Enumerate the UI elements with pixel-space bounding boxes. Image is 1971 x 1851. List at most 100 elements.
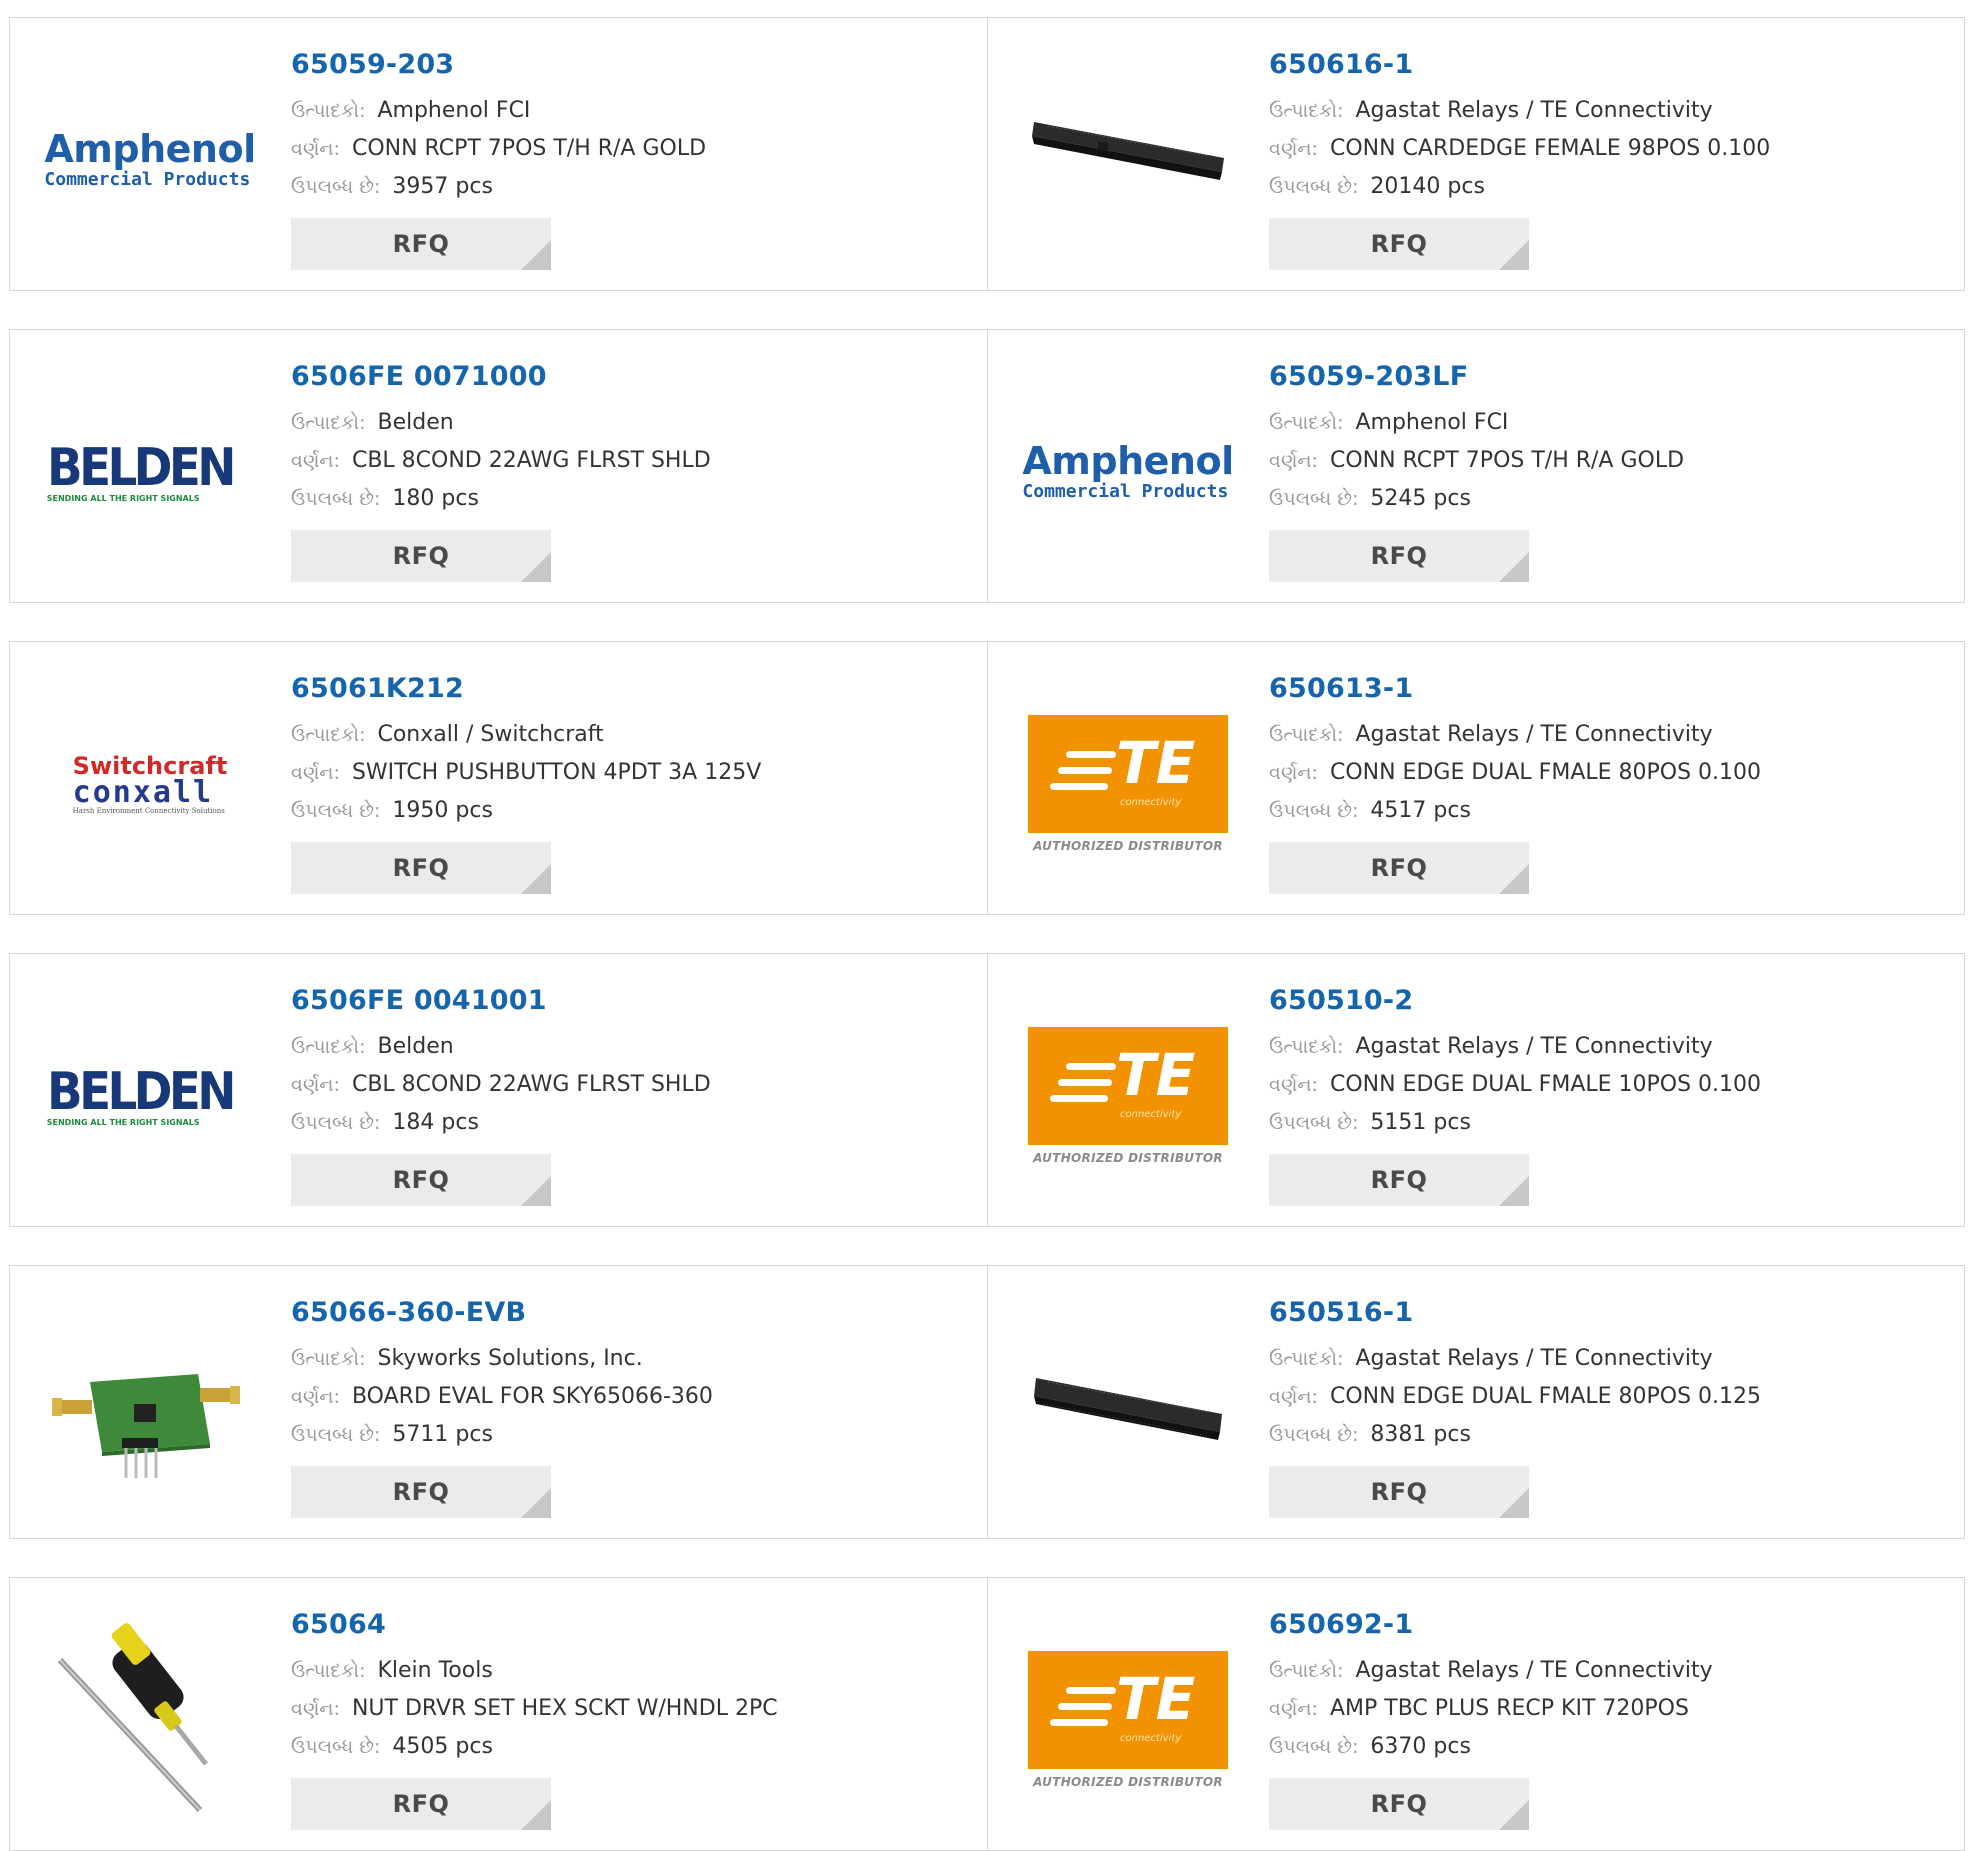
- rfq-button[interactable]: RFQ: [1269, 218, 1529, 270]
- rfq-corner-decoration: [521, 240, 551, 270]
- part-number-link[interactable]: 650613-1: [1269, 672, 1944, 706]
- product-photo-nut-driver[interactable]: [50, 1620, 250, 1820]
- rfq-label: RFQ: [392, 1166, 450, 1194]
- availability-value: 6370 pcs: [1370, 1734, 1471, 1759]
- manufacturer-line: ઉત્પાદકો: Agastat Relays / TE Connectivit…: [1269, 1340, 1944, 1378]
- availability-line: ઉપલબ્ધ છે: 8381 pcs: [1269, 1416, 1944, 1454]
- manufacturer-line: ઉત્પાદકો: Belden: [291, 404, 967, 442]
- rfq-button[interactable]: RFQ: [291, 218, 551, 270]
- rfq-button[interactable]: RFQ: [1269, 1466, 1529, 1518]
- part-number-link[interactable]: 650510-2: [1269, 984, 1944, 1018]
- rfq-button[interactable]: RFQ: [291, 842, 551, 894]
- description-label: વર્ણન:: [291, 1698, 340, 1720]
- part-number-link[interactable]: 6506FE 0041001: [291, 984, 967, 1018]
- te-stripe: [1058, 1079, 1112, 1086]
- manufacturer-line: ઉત્પાદકો: Skyworks Solutions, Inc.: [291, 1340, 967, 1378]
- description-line: વર્ણન: BOARD EVAL FOR SKY65066-360: [291, 1378, 967, 1416]
- manufacturer-value: Agastat Relays / TE Connectivity: [1355, 1034, 1713, 1059]
- availability-line: ઉપલબ્ધ છે: 4505 pcs: [291, 1728, 967, 1766]
- manufacturer-value: Agastat Relays / TE Connectivity: [1355, 722, 1713, 747]
- logo-subtext: conxall: [72, 775, 214, 810]
- authorized-distributor-caption: AUTHORIZED DISTRIBUTOR: [1033, 1775, 1223, 1789]
- availability-value: 8381 pcs: [1370, 1422, 1471, 1447]
- manufacturer-value: Agastat Relays / TE Connectivity: [1355, 1658, 1713, 1683]
- part-number-link[interactable]: 650516-1: [1269, 1296, 1944, 1330]
- product-photo-card-edge-connector[interactable]: [1028, 1308, 1228, 1508]
- rfq-label: RFQ: [1370, 542, 1428, 570]
- rfq-button[interactable]: RFQ: [1269, 530, 1529, 582]
- part-number-link[interactable]: 65059-203: [291, 48, 967, 82]
- product-card: BELDEN SENDING ALL THE RIGHT SIGNALS 650…: [10, 330, 987, 602]
- availability-label: ઉપલબ્ધ છે:: [1269, 800, 1359, 822]
- manufacturer-label: ઉત્પાદકો:: [291, 412, 366, 434]
- rfq-corner-decoration: [1499, 1176, 1529, 1206]
- product-card: Amphenol Commercial Products 65059-203 ઉ…: [10, 18, 987, 290]
- description-label: વર્ણન:: [1269, 450, 1318, 472]
- product-card: 65064 ઉત્પાદકો: Klein Tools વર્ણન: NUT DRV…: [10, 1578, 987, 1850]
- manufacturer-label: ઉત્પાદકો:: [1269, 724, 1344, 746]
- part-number-link[interactable]: 6506FE 0071000: [291, 360, 967, 394]
- logo-text: TE: [1116, 1041, 1196, 1109]
- part-number-link[interactable]: 650692-1: [1269, 1608, 1944, 1642]
- availability-value: 184 pcs: [392, 1110, 479, 1135]
- description-line: વર્ણન: CBL 8COND 22AWG FLRST SHLD: [291, 442, 967, 480]
- manufacturer-logo-te[interactable]: TE connectivity AUTHORIZED DISTRIBUTOR: [1028, 996, 1228, 1196]
- manufacturer-logo-amphenol[interactable]: Amphenol Commercial Products: [1022, 372, 1234, 572]
- description-line: વર્ણન: CONN EDGE DUAL FMALE 80POS 0.100: [1269, 754, 1944, 792]
- rfq-button[interactable]: RFQ: [1269, 1154, 1529, 1206]
- rfq-button[interactable]: RFQ: [291, 1466, 551, 1518]
- description-value: CBL 8COND 22AWG FLRST SHLD: [351, 448, 711, 473]
- rfq-corner-decoration: [1499, 240, 1529, 270]
- te-stripe: [1050, 1719, 1108, 1726]
- rfq-button[interactable]: RFQ: [291, 1778, 551, 1830]
- part-number-link[interactable]: 65059-203LF: [1269, 360, 1944, 394]
- manufacturer-value: Belden: [377, 1034, 454, 1059]
- part-number-link[interactable]: 65066-360-EVB: [291, 1296, 967, 1330]
- rfq-button[interactable]: RFQ: [291, 1154, 551, 1206]
- rfq-label: RFQ: [1370, 230, 1428, 258]
- logo-text: Amphenol: [1022, 439, 1234, 483]
- manufacturer-line: ઉત્પાદકો: Agastat Relays / TE Connectivit…: [1269, 92, 1944, 130]
- product-row: Switchcraft conxall Harsh Environment Co…: [9, 641, 1965, 915]
- availability-label: ઉપલબ્ધ છે:: [1269, 488, 1359, 510]
- availability-line: ઉપલબ્ધ છે: 5711 pcs: [291, 1416, 967, 1454]
- product-row: Amphenol Commercial Products 65059-203 ઉ…: [9, 17, 1965, 291]
- part-number-link[interactable]: 65061K212: [291, 672, 967, 706]
- rfq-button[interactable]: RFQ: [1269, 1778, 1529, 1830]
- authorized-distributor-caption: AUTHORIZED DISTRIBUTOR: [1033, 1151, 1223, 1165]
- availability-value: 4505 pcs: [392, 1734, 493, 1759]
- availability-value: 180 pcs: [392, 486, 479, 511]
- manufacturer-logo-belden[interactable]: BELDEN SENDING ALL THE RIGHT SIGNALS: [47, 372, 250, 572]
- manufacturer-logo-te[interactable]: TE connectivity AUTHORIZED DISTRIBUTOR: [1028, 684, 1228, 884]
- availability-label: ઉપલબ્ધ છે:: [1269, 1424, 1359, 1446]
- description-label: વર્ણન:: [291, 1386, 340, 1408]
- product-photo-eval-board[interactable]: [50, 1308, 250, 1508]
- te-stripe: [1066, 1063, 1116, 1070]
- rfq-corner-decoration: [521, 864, 551, 894]
- product-photo-card-edge-connector[interactable]: [1028, 60, 1228, 260]
- rfq-label: RFQ: [392, 1790, 450, 1818]
- description-label: વર્ણન:: [1269, 1074, 1318, 1096]
- manufacturer-logo-te[interactable]: TE connectivity AUTHORIZED DISTRIBUTOR: [1028, 1620, 1228, 1820]
- rfq-button[interactable]: RFQ: [1269, 842, 1529, 894]
- availability-value: 4517 pcs: [1370, 798, 1471, 823]
- description-line: વર્ણન: CONN CARDEDGE FEMALE 98POS 0.100: [1269, 130, 1944, 168]
- manufacturer-logo-amphenol[interactable]: Amphenol Commercial Products: [44, 60, 256, 260]
- description-value: CONN EDGE DUAL FMALE 80POS 0.100: [1329, 760, 1762, 785]
- part-number-link[interactable]: 650616-1: [1269, 48, 1944, 82]
- manufacturer-label: ઉત્પાદકો:: [291, 100, 366, 122]
- part-number-link[interactable]: 65064: [291, 1608, 967, 1642]
- product-card: BELDEN SENDING ALL THE RIGHT SIGNALS 650…: [10, 954, 987, 1226]
- availability-label: ઉપલબ્ધ છે:: [291, 800, 381, 822]
- manufacturer-logo-belden[interactable]: BELDEN SENDING ALL THE RIGHT SIGNALS: [47, 996, 250, 1196]
- availability-line: ઉપલબ્ધ છે: 3957 pcs: [291, 168, 967, 206]
- manufacturer-value: Klein Tools: [377, 1658, 493, 1683]
- manufacturer-line: ઉત્પાદકો: Agastat Relays / TE Connectivit…: [1269, 1028, 1944, 1066]
- manufacturer-logo-switchcraft[interactable]: Switchcraft conxall Harsh Environment Co…: [50, 684, 250, 884]
- rfq-button[interactable]: RFQ: [291, 530, 551, 582]
- connector-image: [1034, 1378, 1222, 1440]
- availability-value: 5151 pcs: [1370, 1110, 1471, 1135]
- description-value: CONN EDGE DUAL FMALE 80POS 0.125: [1329, 1384, 1762, 1409]
- product-card: 650616-1 ઉત્પાદકો: Agastat Relays / TE Co…: [987, 18, 1964, 290]
- product-card: Amphenol Commercial Products 65059-203LF…: [987, 330, 1964, 602]
